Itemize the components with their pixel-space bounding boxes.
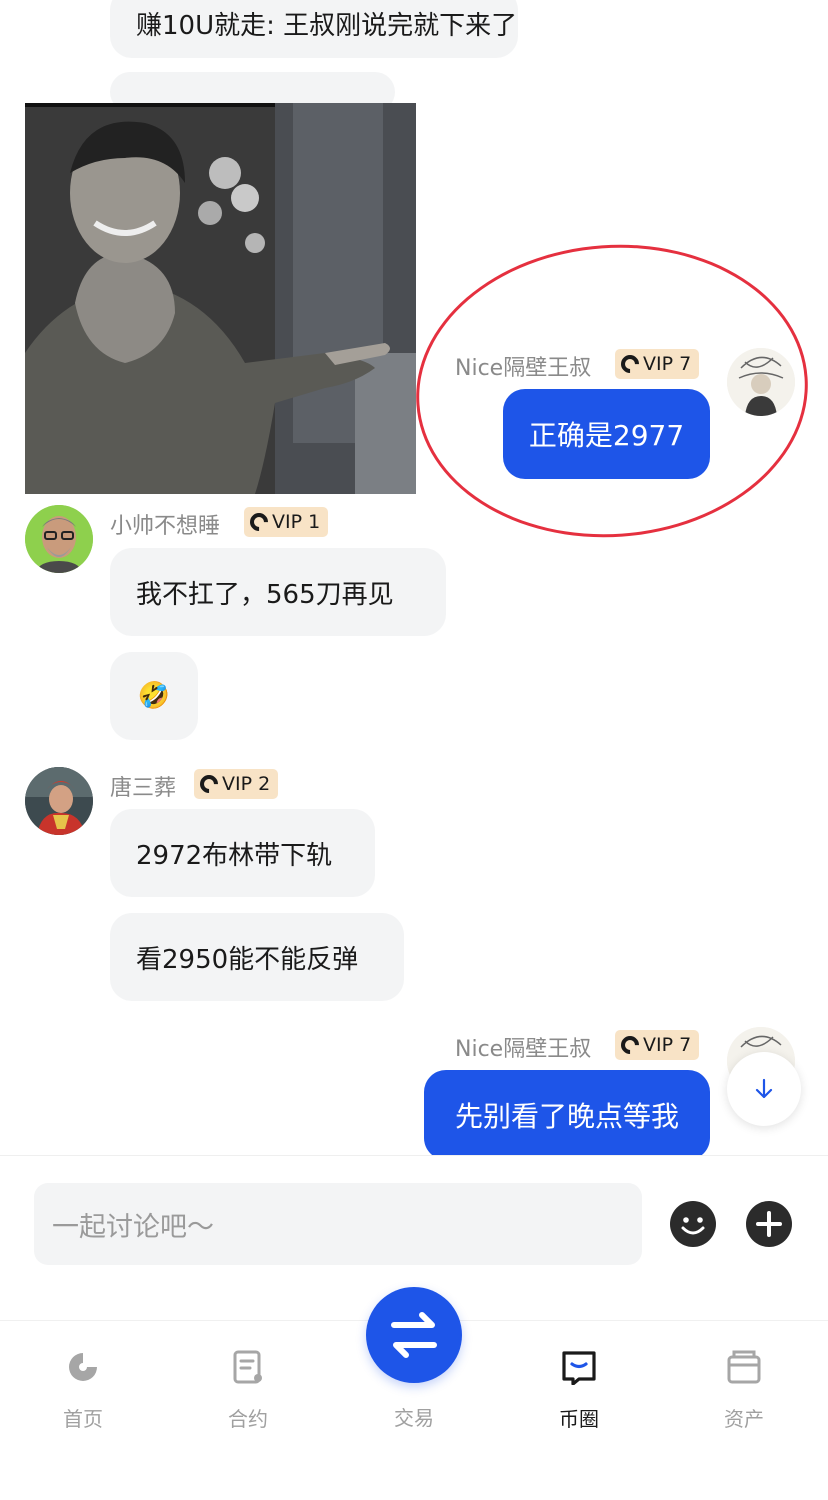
tab-label: 币圈 [559,1407,599,1431]
avatar-photo [25,767,93,835]
avatar[interactable] [727,348,795,416]
tab-contract[interactable]: 合约 [188,1321,308,1441]
tab-label: 合约 [228,1407,268,1431]
vip-level: VIP 7 [643,353,692,375]
arrow-down-icon [755,1078,773,1099]
tab-label: 交易 [394,1406,434,1430]
vip-logo-icon [196,771,222,797]
vip-level: VIP 1 [272,511,321,533]
tab-assets[interactable]: 资产 [684,1321,804,1441]
scroll-to-bottom-button[interactable] [727,1052,801,1126]
plus-icon [747,1202,791,1246]
home-logo-icon [69,1353,97,1381]
tab-home[interactable]: 首页 [23,1321,143,1441]
avatar[interactable] [25,505,93,573]
tab-label: 资产 [724,1407,764,1431]
message-bubble[interactable]: 正确是2977 [503,389,710,479]
message-bubble[interactable]: 看2950能不能反弹 [110,913,404,1001]
message-text: 看2950能不能反弹 [136,944,359,975]
meme-image[interactable] [25,103,416,494]
message-text: 赚10U就走: 王叔刚说完就下来了 [136,10,518,41]
chat-icon [562,1351,596,1385]
message-text: 2972布林带下轨 [136,840,333,871]
message-bubble[interactable]: 2972布林带下轨 [110,809,375,897]
emoji-rofl: 🤣 [137,681,171,711]
sender-name: Nice隔壁王叔 [455,1037,592,1062]
smiley-icon [671,1202,715,1246]
message-input[interactable]: 一起讨论吧～ [34,1183,642,1265]
vip-logo-icon [617,351,643,377]
chat-screen: 赚10U就走: 王叔刚说完就下来了 Nice隔壁王叔 VIP 7 正确是2977… [0,0,828,1500]
sender-name: 小帅不想睡 [110,514,221,539]
sender-name: Nice隔壁王叔 [455,356,592,381]
vip-badge: VIP 7 [615,349,700,379]
tab-label: 首页 [63,1407,103,1431]
add-button[interactable] [746,1201,792,1247]
input-placeholder: 一起讨论吧～ [52,1211,214,1243]
message-bubble[interactable]: 🤣 [110,652,198,740]
message-input-bar: 一起讨论吧～ [0,1155,828,1290]
message-bubble[interactable]: 我不扛了，565刀再见 [110,548,446,636]
message-bubble[interactable]: 先别看了晚点等我 [424,1070,710,1160]
vip-logo-icon [246,509,272,535]
tab-trade-button[interactable] [366,1287,462,1383]
emoji-button[interactable] [670,1201,716,1247]
message-text: 正确是2977 [528,419,685,452]
avatar-sketch-icon [727,348,795,416]
vip-level: VIP 7 [643,1034,692,1056]
vip-logo-icon [617,1032,643,1058]
meme-photo [25,103,416,494]
message-text: 我不扛了，565刀再见 [136,579,394,610]
sender-name: 唐三葬 [110,776,177,801]
contract-icon [233,1350,262,1384]
vip-badge: VIP 7 [615,1030,700,1060]
vip-badge: VIP 1 [244,507,329,537]
avatar[interactable] [25,767,93,835]
message-bubble[interactable]: 赚10U就走: 王叔刚说完就下来了 [110,0,518,58]
swap-icon [391,1312,437,1358]
avatar-photo [25,505,93,573]
wallet-icon [727,1350,761,1384]
vip-badge: VIP 2 [194,769,279,799]
vip-level: VIP 2 [222,773,271,795]
tab-community[interactable]: 币圈 [519,1321,639,1441]
message-text: 先别看了晚点等我 [454,1100,679,1133]
